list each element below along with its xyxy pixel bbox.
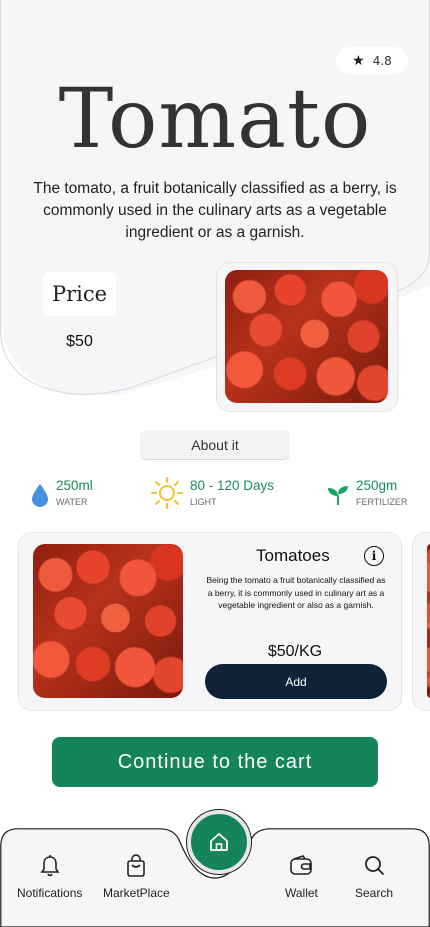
home-button[interactable] [187, 810, 251, 874]
nav-label-notifications: Notifications [17, 886, 83, 900]
stat-fertilizer-label: FERTILIZER [356, 497, 408, 507]
stat-light-value: 80 - 120 Days [190, 478, 275, 493]
product-card-price: $50/KG [267, 643, 323, 660]
stat-light: 80 - 120 Days LIGHT [150, 477, 275, 510]
price-value: $50 [66, 333, 93, 350]
bell-icon [40, 855, 60, 877]
product-card-image [33, 544, 183, 698]
nav-item-search[interactable]: Search [355, 854, 393, 900]
rating-value: 4.8 [372, 53, 392, 68]
tomato-hero-image [225, 270, 388, 403]
info-icon[interactable]: i [364, 546, 384, 566]
search-icon [365, 856, 384, 875]
stat-light-label: LIGHT [190, 497, 217, 507]
stat-water-value: 250ml [56, 478, 93, 493]
price-label: Price [43, 272, 116, 316]
stat-fertilizer: 250gm FERTILIZER [326, 478, 407, 507]
stat-water: 250ml WATER [30, 478, 93, 508]
wallet-icon [290, 855, 313, 875]
nav-item-notifications[interactable]: Notifications [17, 854, 82, 900]
nav-label-search: Search [355, 886, 394, 900]
nav-label-wallet: Wallet [285, 886, 318, 900]
stat-fertilizer-value: 250gm [356, 478, 398, 493]
continue-to-cart-button[interactable]: Continue to the cart [52, 737, 378, 787]
rating-badge: ★ 4.8 [336, 47, 408, 74]
nav-label-marketplace: MarketPlace [103, 886, 170, 900]
product-description: The tomato, a fruit botanically classifi… [33, 180, 397, 241]
star-icon: ★ [352, 52, 365, 69]
home-icon [210, 833, 228, 851]
sun-icon [151, 477, 183, 509]
nav-item-wallet[interactable]: Wallet [285, 854, 318, 900]
product-card-description: Being the tomato a fruit botanically cla… [206, 575, 386, 610]
sprout-icon [328, 486, 348, 505]
nav-item-marketplace[interactable]: MarketPlace [103, 854, 170, 900]
stat-water-label: WATER [56, 497, 88, 507]
about-tab[interactable]: About it [140, 430, 290, 460]
product-card-title: Tomatoes [256, 546, 330, 565]
shopping-bag-icon [127, 854, 146, 877]
product-title: Tomato [58, 72, 372, 167]
add-button[interactable]: Add [205, 664, 387, 699]
water-drop-icon [32, 484, 48, 507]
